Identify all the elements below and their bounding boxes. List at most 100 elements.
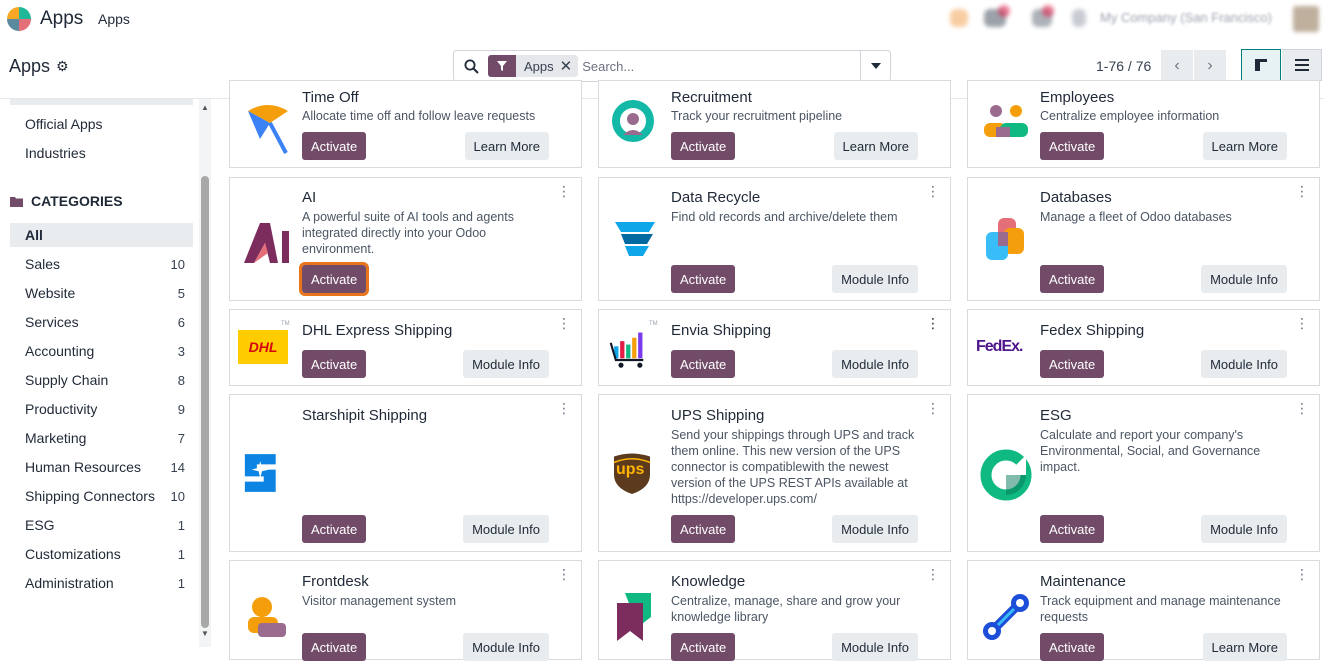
kebab-menu-icon[interactable]: ⋮ xyxy=(1295,567,1309,581)
odoo-apps-logo-icon[interactable] xyxy=(6,6,32,32)
menu-apps[interactable]: Apps xyxy=(98,11,130,27)
sidebar-item-administration[interactable]: Administration 1 xyxy=(10,571,193,595)
learn-more-button[interactable]: Learn More xyxy=(1202,633,1287,661)
activate-button[interactable]: Activate xyxy=(671,132,736,160)
scroll-up-icon[interactable]: ▲ xyxy=(200,103,210,112)
activate-button[interactable]: Activate xyxy=(1040,265,1105,293)
activate-button[interactable]: Activate xyxy=(671,350,736,378)
sidebar-item-all[interactable]: All xyxy=(10,223,193,247)
sidebar-item-label: Shipping Connectors xyxy=(25,488,155,504)
activate-button[interactable]: Activate xyxy=(671,515,736,543)
avatar[interactable] xyxy=(1293,6,1319,32)
app-description: Centralize, manage, share and grow your … xyxy=(671,594,901,624)
activate-button[interactable]: Activate xyxy=(671,633,736,661)
sidebar-item-all-partial[interactable] xyxy=(10,99,193,105)
sidebar-item-count: 10 xyxy=(170,256,185,272)
learn-more-button[interactable]: Learn More xyxy=(833,132,918,160)
app-card-envia-shipping[interactable]: ⋮ Envia Shipping TM Activate Module Info xyxy=(598,309,951,386)
app-card-frontdesk[interactable]: ⋮ Frontdesk Visitor management system Ac… xyxy=(229,560,582,661)
module-info-button[interactable]: Module Info xyxy=(832,515,918,543)
activate-button[interactable]: Activate xyxy=(302,633,367,661)
kebab-menu-icon[interactable]: ⋮ xyxy=(557,184,571,198)
app-card-databases[interactable]: ⋮ Databases Manage a fleet of Odoo datab… xyxy=(967,177,1320,301)
activate-button[interactable]: Activate xyxy=(298,262,370,296)
app-card-dhl-express-shipping[interactable]: ⋮ DHL Express Shipping DHL TM Activate M… xyxy=(229,309,582,386)
activate-button[interactable]: Activate xyxy=(1040,515,1105,543)
company-switcher[interactable]: My Company (San Francisco) xyxy=(1100,10,1272,25)
trademark-mark: TM xyxy=(281,321,290,327)
activate-button[interactable]: Activate xyxy=(671,265,736,293)
sidebar-item-accounting[interactable]: Accounting 3 xyxy=(10,339,193,363)
activate-button[interactable]: Activate xyxy=(1040,132,1105,160)
learn-more-button[interactable]: Learn More xyxy=(464,132,549,160)
app-card-data-recycle[interactable]: ⋮ Data Recycle Find old records and arch… xyxy=(598,177,951,301)
kebab-menu-icon[interactable]: ⋮ xyxy=(557,316,571,330)
activate-button[interactable]: Activate xyxy=(302,515,367,543)
pager-previous-button[interactable]: ‹ xyxy=(1161,50,1193,82)
ai-icon[interactable] xyxy=(950,9,968,27)
tools-icon[interactable] xyxy=(1072,9,1086,27)
kebab-menu-icon[interactable]: ⋮ xyxy=(1295,184,1309,198)
kebab-menu-icon[interactable]: ⋮ xyxy=(557,567,571,581)
learn-more-button[interactable]: Learn More xyxy=(1202,132,1287,160)
sidebar-item-customizations[interactable]: Customizations 1 xyxy=(10,542,193,566)
module-info-button[interactable]: Module Info xyxy=(832,350,918,378)
app-card-maintenance[interactable]: ⋮ Maintenance Track equipment and manage… xyxy=(967,560,1320,661)
module-info-button[interactable]: Module Info xyxy=(1201,515,1287,543)
kanban-view-button[interactable] xyxy=(1241,49,1281,81)
module-info-button[interactable]: Module Info xyxy=(463,350,549,378)
sidebar-item-productivity[interactable]: Productivity 9 xyxy=(10,397,193,421)
close-icon[interactable]: ✕ xyxy=(560,57,579,75)
pager-value[interactable]: 1-76 / 76 xyxy=(1096,58,1151,74)
app-card-recruitment[interactable]: Recruitment Track your recruitment pipel… xyxy=(598,80,951,168)
kebab-menu-icon[interactable]: ⋮ xyxy=(926,316,940,330)
gear-icon[interactable]: ⚙ xyxy=(56,58,69,75)
search-input[interactable] xyxy=(582,54,860,78)
module-info-button[interactable]: Module Info xyxy=(1201,350,1287,378)
activate-button[interactable]: Activate xyxy=(302,132,367,160)
page-title-text[interactable]: Apps xyxy=(9,56,50,77)
scroll-down-icon[interactable]: ▼ xyxy=(200,629,210,638)
sidebar-item-sales[interactable]: Sales 10 xyxy=(10,252,193,276)
kebab-menu-icon[interactable]: ⋮ xyxy=(926,567,940,581)
list-view-button[interactable] xyxy=(1282,49,1322,81)
app-card-ai[interactable]: ⋮ AI A powerful suite of AI tools and ag… xyxy=(229,177,582,301)
activate-button[interactable]: Activate xyxy=(302,350,367,378)
sidebar-item-services[interactable]: Services 6 xyxy=(10,310,193,334)
kebab-menu-icon[interactable]: ⋮ xyxy=(926,401,940,415)
kebab-menu-icon[interactable]: ⋮ xyxy=(1295,316,1309,330)
kebab-menu-icon[interactable]: ⋮ xyxy=(557,401,571,415)
app-card-employees[interactable]: Employees Centralize employee informatio… xyxy=(967,80,1320,168)
activate-button[interactable]: Activate xyxy=(1040,350,1105,378)
sidebar-item-marketing[interactable]: Marketing 7 xyxy=(10,426,193,450)
app-card-starshipit-shipping[interactable]: ⋮ Starshipit Shipping Activate Module In… xyxy=(229,394,582,552)
module-info-button[interactable]: Module Info xyxy=(463,515,549,543)
sidebar-item-website[interactable]: Website 5 xyxy=(10,281,193,305)
app-card-time-off[interactable]: Time Off Allocate time off and follow le… xyxy=(229,80,582,168)
app-card-fedex-shipping[interactable]: ⋮ Fedex Shipping FedEx. Activate Module … xyxy=(967,309,1320,386)
module-info-button[interactable]: Module Info xyxy=(1201,265,1287,293)
module-info-button[interactable]: Module Info xyxy=(463,633,549,661)
search-options-toggle[interactable] xyxy=(860,51,890,81)
app-name[interactable]: Apps xyxy=(40,8,83,30)
kebab-menu-icon[interactable]: ⋮ xyxy=(1295,401,1309,415)
app-card-ups-shipping[interactable]: ⋮ UPS Shipping Send your shippings throu… xyxy=(598,394,951,552)
kebab-menu-icon[interactable]: ⋮ xyxy=(926,184,940,198)
sidebar-item-esg[interactable]: ESG 1 xyxy=(10,513,193,537)
sidebar-scrollbar-thumb[interactable] xyxy=(201,176,209,628)
pager-next-button[interactable]: › xyxy=(1194,50,1226,82)
notification-badge xyxy=(998,5,1010,17)
sidebar-item-shipping-connectors[interactable]: Shipping Connectors 10 xyxy=(10,484,193,508)
module-info-button[interactable]: Module Info xyxy=(832,633,918,661)
search-icon[interactable] xyxy=(454,59,488,74)
sidebar-item-official-apps[interactable]: Official Apps xyxy=(10,112,193,136)
sidebar-item-industries[interactable]: Industries xyxy=(10,141,193,165)
sidebar-item-human-resources[interactable]: Human Resources 14 xyxy=(10,455,193,479)
app-card-esg[interactable]: ⋮ ESG Calculate and report your company'… xyxy=(967,394,1320,552)
module-info-button[interactable]: Module Info xyxy=(832,265,918,293)
app-card-knowledge[interactable]: ⋮ Knowledge Centralize, manage, share an… xyxy=(598,560,951,661)
sidebar-item-label: Marketing xyxy=(25,430,87,446)
activate-button[interactable]: Activate xyxy=(1040,633,1105,661)
envia-logo xyxy=(609,332,644,368)
sidebar-item-supply-chain[interactable]: Supply Chain 8 xyxy=(10,368,193,392)
